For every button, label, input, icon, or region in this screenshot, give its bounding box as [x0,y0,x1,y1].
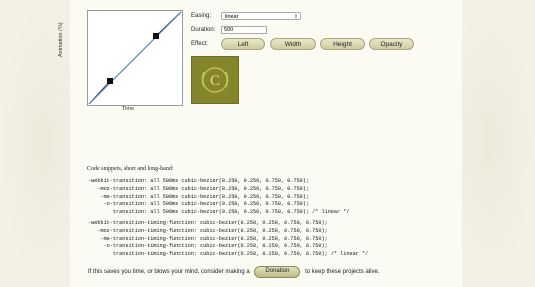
effect-label: Effect: [191,41,208,47]
graph-x-axis-label: Time [122,106,135,112]
donation-button[interactable]: Donation [254,266,301,278]
easing-select[interactable]: linear ⇕ [221,12,301,20]
code-line: -ms-transition: all 500ms cubic-bezier(0… [88,193,310,200]
code-line: -webkit-transition: all 500ms cubic-bezi… [88,178,310,184]
bezier-curve [88,11,182,105]
bezier-graph-canvas [88,11,182,105]
animation-preview-box: C [191,56,239,104]
code-line: -moz-transition-timing-function: cubic-b… [88,227,328,234]
easing-label: Easing: [191,13,212,19]
chevron-updown-icon: ⇕ [293,14,298,20]
effect-height-button[interactable]: Height [320,38,365,50]
control-point-1-handle[interactable] [107,78,113,84]
code-line: -o-transition-timing-function: cubic-bez… [88,243,328,250]
effect-width-button[interactable]: Width [270,38,316,50]
bezier-graph [87,10,183,106]
code-line: transition: all 500ms cubic-bezier(0.250… [88,209,350,216]
long-hand-code-block: -webkit-transition-timing-function: cubi… [88,220,368,259]
footer-text-after: to keep these projects alive. [305,269,380,275]
graph-y-axis-label: Animation (%) [58,22,64,57]
easing-select-value: linear [225,14,239,20]
effect-opacity-button[interactable]: Opacity [369,38,414,50]
code-line: transition-timing-function: cubic-bezier… [88,251,369,258]
code-line: -o-transition: all 500ms cubic-bezier(0.… [88,201,310,208]
code-line: -moz-transition: all 500ms cubic-bezier(… [88,185,310,192]
footer-text-before: If this saves you time, or blows your mi… [88,269,250,275]
short-hand-code-block: -webkit-transition: all 500ms cubic-bezi… [88,178,350,217]
control-point-2-handle[interactable] [153,33,159,39]
logo-letter: C [210,73,220,89]
code-line: -ms-transition-timing-function: cubic-be… [88,235,328,242]
laurel-logo: C [201,67,229,93]
code-line: -webkit-transition-timing-function: cubi… [88,220,328,226]
duration-label: Duration: [191,27,216,33]
snippets-title: Code snippets, short and long-hand: [87,166,174,172]
effect-left-button[interactable]: Left [221,38,265,50]
duration-input[interactable]: 500 [221,26,267,34]
donation-footer: If this saves you time, or blows your mi… [88,266,380,278]
